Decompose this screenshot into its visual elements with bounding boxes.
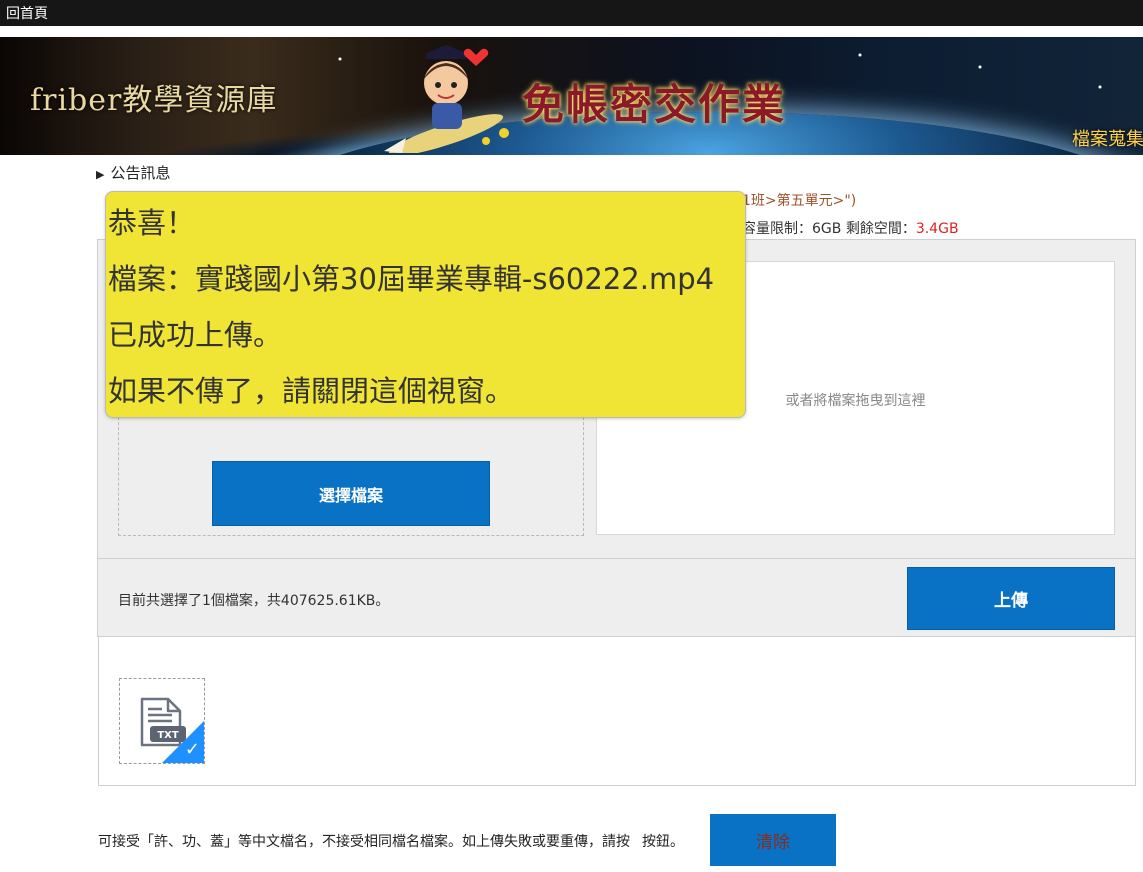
quota-info: 容量限制：6GB 剩餘空間：3.4GB — [742, 218, 959, 238]
popup-success-message: 已成功上傳。 — [108, 318, 283, 352]
upload-note: 可接受「許、功、蓋」等中文檔名，不接受相同檔名檔案。如上傳失敗或要重傳，請按 按鈕… — [98, 831, 684, 851]
home-link[interactable]: 回首頁 — [6, 3, 48, 23]
clear-button[interactable]: 清除 — [710, 814, 836, 866]
quota-free-label: 剩餘空間： — [841, 221, 916, 237]
top-bar: 回首頁 — [0, 0, 1143, 26]
popup-filename: 檔案：實踐國小第30屆畢業專輯-s60222.mp4 — [108, 262, 715, 296]
selection-status: 目前共選擇了1個檔案，共407625.61KB。 — [118, 593, 390, 609]
choose-file-button[interactable]: 選擇檔案 — [212, 461, 490, 526]
banner-right-label: 檔案蒐集 — [1072, 129, 1143, 150]
quota-free-value: 3.4GB — [915, 221, 959, 237]
header-banner: friber教學資源庫 免帳密交作業 檔案蒐集 — [0, 37, 1143, 155]
note-text-before: 可接受「許、功、蓋」等中文檔名，不接受相同檔名檔案。如上傳失敗或要重傳，請按 — [98, 834, 630, 850]
student-mascot-icon — [384, 45, 509, 153]
panel-divider — [97, 558, 1136, 559]
note-text-after: 按鈕。 — [642, 834, 684, 850]
success-popup[interactable]: 恭喜！ 檔案：實踐國小第30屆畢業專輯-s60222.mp4 已成功上傳。 如果… — [105, 191, 746, 418]
popup-close-hint: 如果不傳了，請關閉這個視窗。 — [108, 374, 515, 408]
popup-title: 恭喜！ — [108, 206, 196, 240]
announcement-label: 公告訊息 — [110, 164, 171, 182]
banner-slogan: 免帳密交作業 — [522, 80, 787, 129]
expand-triangle-icon: ▶ — [96, 168, 105, 181]
site-title: friber教學資源庫 — [30, 83, 278, 118]
upload-button[interactable]: 上傳 — [907, 567, 1115, 630]
file-item[interactable]: TXT ✓ — [119, 678, 205, 764]
announcement-toggle[interactable]: ▶ 公告訊息 — [96, 162, 170, 183]
quota-limit-value: 6GB — [812, 221, 842, 237]
upload-path-hint: 1班>第五單元>") — [742, 193, 857, 209]
selected-file-list — [98, 637, 1136, 786]
checkmark-icon: ✓ — [184, 739, 200, 760]
quota-limit-label: 容量限制： — [742, 221, 812, 237]
